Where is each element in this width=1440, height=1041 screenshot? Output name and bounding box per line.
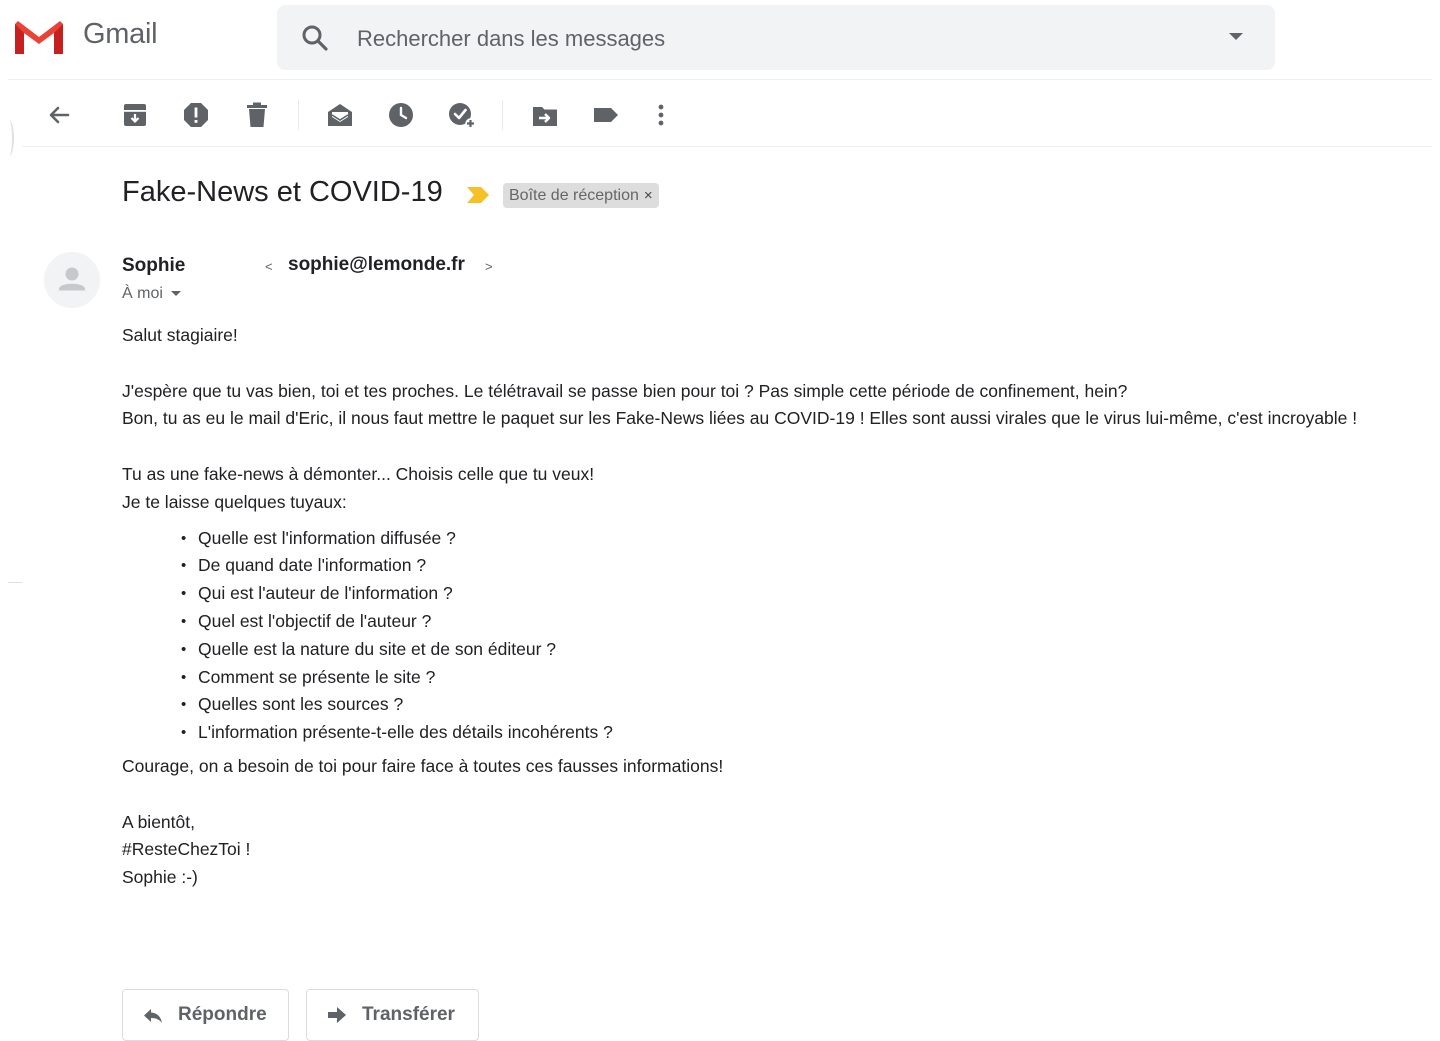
mark-unread-icon [328, 104, 352, 126]
header-divider [8, 79, 1432, 80]
gmail-logo[interactable] [12, 16, 66, 58]
default-avatar-icon [59, 267, 85, 291]
list-item: Qui est l'auteur de l'information ? [181, 580, 1432, 608]
remove-label-button[interactable]: × [644, 187, 653, 204]
report-spam-button[interactable] [180, 99, 212, 131]
search-icon[interactable] [301, 24, 329, 52]
email-subject: Fake-News et COVID-19 [122, 176, 443, 208]
forward-icon [325, 1003, 349, 1027]
search-bar[interactable]: Rechercher dans les messages [277, 5, 1275, 70]
add-to-tasks-icon [449, 103, 476, 129]
sender-name[interactable]: Sophie [122, 255, 185, 277]
edge-tick-decoration [8, 582, 22, 583]
app-brand-name: Gmail [83, 18, 158, 50]
tips-list: Quelle est l'information diffusée ? De q… [122, 525, 1432, 747]
back-button[interactable] [43, 99, 75, 131]
toolbar-divider [22, 146, 1432, 147]
back-arrow-icon [49, 106, 70, 124]
body-paragraph-line: Tu as une fake-news à démonter... Choisi… [122, 463, 595, 484]
important-marker-icon[interactable] [467, 187, 489, 203]
sender-email[interactable]: sophie@lemonde.fr [288, 254, 465, 276]
delete-button[interactable] [241, 99, 273, 131]
label-chip-inbox[interactable]: Boîte de réception × [503, 183, 659, 208]
greeting: Salut stagiaire! [122, 325, 238, 345]
forward-label: Transférer [362, 1004, 455, 1025]
signature: Sophie :-) [122, 867, 198, 888]
archive-button[interactable] [119, 99, 151, 131]
closing-line: #ResteChezToi ! [122, 839, 251, 860]
recipient-details-toggle[interactable]: À moi [122, 285, 181, 303]
archive-icon [124, 104, 146, 126]
snooze-icon [389, 103, 413, 127]
list-item: Quelle est la nature du site et de son é… [181, 636, 1432, 664]
labels-icon [594, 108, 618, 122]
list-item: Quel est l'objectif de l'auteur ? [181, 608, 1432, 636]
search-input[interactable]: Rechercher dans les messages [357, 26, 665, 52]
edge-decoration [4, 120, 14, 156]
body-paragraph-line: Bon, tu as eu le mail d'Eric, il nous fa… [122, 408, 1358, 429]
more-options-button[interactable] [645, 99, 677, 131]
labels-button[interactable] [590, 99, 622, 131]
body-paragraph-line: J'espère que tu vas bien, toi et tes pro… [122, 380, 1128, 401]
search-options-caret-icon[interactable] [1229, 33, 1243, 40]
report-spam-icon [184, 103, 208, 127]
encouragement: Courage, on a besoin de toi pour faire f… [122, 755, 724, 776]
list-item: Quelle est l'information diffusée ? [181, 525, 1432, 553]
move-to-button[interactable] [529, 99, 561, 131]
forward-button[interactable]: Transférer [306, 989, 479, 1041]
reply-button[interactable]: Répondre [122, 989, 289, 1041]
label-chip-text: Boîte de réception [509, 187, 639, 204]
reply-icon [141, 1003, 165, 1027]
avatar[interactable] [44, 252, 100, 308]
recipient-label: À moi [122, 285, 163, 302]
gmail-logo-icon [15, 21, 63, 54]
sender-email-open-bracket: < [265, 259, 273, 274]
body-paragraph-line: Je te laisse quelques tuyaux: [122, 491, 347, 512]
chevron-down-icon [170, 291, 181, 297]
list-item: Quelles sont les sources ? [181, 691, 1432, 719]
move-to-icon [533, 107, 557, 126]
add-to-tasks-button[interactable] [446, 99, 478, 131]
list-item: Comment se présente le site ? [181, 664, 1432, 692]
mark-unread-button[interactable] [324, 99, 356, 131]
sender-email-close-bracket: > [485, 259, 493, 274]
list-item: L'information présente-t-elle des détail… [181, 719, 1432, 747]
closing-line: A bientôt, [122, 811, 195, 832]
reply-label: Répondre [178, 1004, 267, 1025]
email-body: Salut stagiaire! J'espère que tu vas bie… [122, 322, 1432, 892]
more-options-icon [658, 104, 664, 126]
list-item: De quand date l'information ? [181, 552, 1432, 580]
toolbar-separator [298, 100, 299, 130]
delete-icon [247, 102, 267, 127]
toolbar-separator [502, 100, 503, 130]
snooze-button[interactable] [385, 99, 417, 131]
